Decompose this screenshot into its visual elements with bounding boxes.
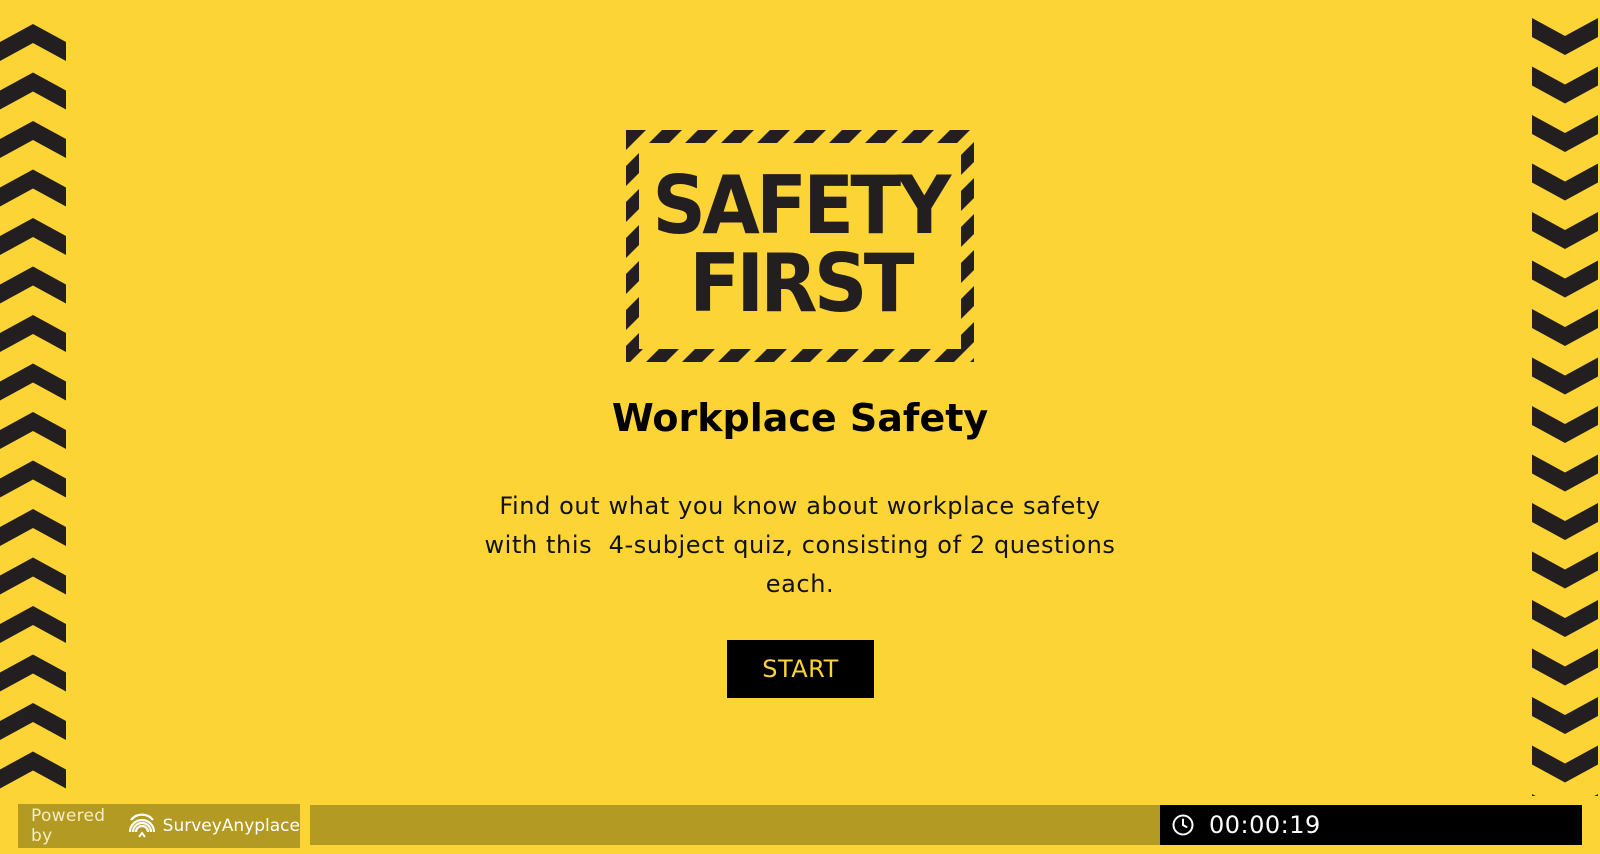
chevron-up-icon [0, 121, 66, 158]
chevron-down-icon [1532, 600, 1598, 637]
chevron-up-icon [0, 606, 66, 643]
chevron-down-icon [1532, 66, 1598, 104]
chevron-down-icon [1532, 551, 1598, 589]
chevron-down-icon [1532, 794, 1598, 796]
chevron-down-icon [1532, 503, 1598, 540]
chevron-up-icon [0, 751, 66, 789]
safety-first-logo: SAFETY FIRST [626, 130, 974, 362]
chevron-down-icon [1532, 697, 1598, 734]
chevron-down-icon [1532, 115, 1598, 152]
chevron-up-icon [0, 654, 66, 692]
chevron-up-icon [0, 460, 66, 498]
chevron-up-icon [0, 315, 66, 352]
brand-name: SurveyAnyplace [162, 816, 300, 836]
chevron-up-icon [0, 72, 66, 110]
chevron-up-icon [0, 266, 66, 304]
timer-value: 00:00:19 [1209, 811, 1321, 839]
start-button[interactable]: START [727, 640, 874, 698]
chevron-up-icon [0, 703, 66, 740]
powered-by-badge[interactable]: Powered by SurveyAnyplace [18, 804, 300, 848]
surveyanyplace-logo-icon [127, 812, 157, 840]
chevron-up-icon [0, 509, 66, 546]
chevron-up-icon [0, 169, 66, 207]
chevron-down-icon [1532, 212, 1598, 249]
chevron-down-icon [1532, 357, 1598, 395]
quiz-title: Workplace Safety [611, 396, 989, 440]
chevron-down-icon [1532, 309, 1598, 346]
chevron-down-icon [1532, 648, 1598, 686]
clock-icon [1171, 813, 1195, 837]
logo-line-1: SAFETY [652, 159, 951, 252]
quiz-description: Find out what you know about workplace s… [484, 492, 1124, 598]
chevron-down-icon [1532, 163, 1598, 201]
quiz-timer: 00:00:19 [1160, 805, 1582, 845]
chevron-up-icon [0, 557, 66, 595]
chevron-up-icon [0, 24, 66, 61]
chevron-up-icon [0, 218, 66, 255]
chevron-down-icon [1532, 745, 1598, 783]
chevron-down-icon [1532, 260, 1598, 298]
chevron-down-icon [1532, 454, 1598, 492]
quiz-progress-bar [310, 805, 1160, 845]
powered-by-label: Powered by [31, 806, 106, 846]
chevron-down-icon [1532, 18, 1598, 55]
quiz-welcome-page: SAFETY FIRST Workplace Safety Find out w… [0, 0, 1600, 854]
logo-line-2: FIRST [689, 237, 914, 330]
